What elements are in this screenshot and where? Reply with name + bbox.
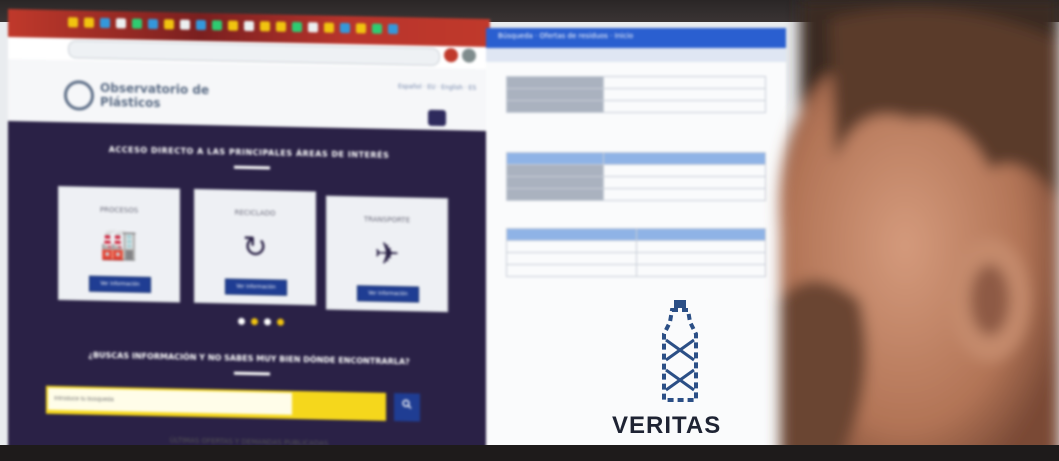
tab-favicon[interactable] bbox=[244, 20, 254, 32]
monitor-bezel-bottom bbox=[0, 445, 1059, 461]
tab-favicon[interactable] bbox=[148, 18, 158, 30]
tab-favicon[interactable] bbox=[372, 23, 382, 34]
tab-favicon[interactable] bbox=[324, 22, 334, 33]
carousel-dot-active[interactable] bbox=[251, 318, 258, 326]
menu-icon[interactable] bbox=[462, 48, 476, 63]
table-cell bbox=[506, 164, 604, 177]
tab-favicon[interactable] bbox=[292, 21, 302, 33]
table-cell bbox=[506, 188, 604, 201]
tab-favicon[interactable] bbox=[340, 22, 350, 34]
tab-favicon[interactable] bbox=[356, 23, 366, 34]
record-icon[interactable] bbox=[444, 48, 458, 63]
factory-icon: 🏭 bbox=[100, 226, 138, 263]
tab-favicon[interactable] bbox=[308, 22, 318, 33]
search-icon bbox=[402, 399, 412, 409]
table-cell bbox=[506, 100, 604, 113]
detail-table bbox=[506, 76, 766, 113]
card-title: TRANSPORTE bbox=[363, 215, 411, 225]
recycle-icon: ↻ bbox=[242, 229, 268, 266]
table-cell bbox=[506, 76, 604, 89]
tab-favicon[interactable] bbox=[84, 17, 94, 28]
carousel-dot[interactable] bbox=[264, 318, 271, 326]
tab-favicon[interactable] bbox=[196, 19, 206, 31]
tab-favicon[interactable] bbox=[100, 17, 110, 29]
area-card-processes[interactable]: PROCESOS 🏭 Ver información bbox=[58, 185, 180, 303]
browser-window-left: Observatorio de Plásticos Español · EU ·… bbox=[8, 8, 490, 460]
table-cell bbox=[506, 176, 604, 189]
detail-table bbox=[506, 152, 766, 201]
photo: Observatorio de Plásticos Español · EU ·… bbox=[0, 0, 1059, 461]
bottle-logo-icon bbox=[662, 300, 698, 402]
table-cell bbox=[506, 88, 604, 101]
area-card-transport[interactable]: TRANSPORTE ✈ Ver información bbox=[326, 195, 448, 313]
site-logo-text[interactable]: Observatorio de Plásticos bbox=[100, 81, 210, 111]
carousel-dot[interactable] bbox=[277, 318, 284, 326]
tab-favicon[interactable] bbox=[228, 20, 238, 31]
tab-favicon[interactable] bbox=[68, 17, 78, 28]
card-title: RECICLADO bbox=[234, 208, 276, 218]
tab-favicon[interactable] bbox=[116, 18, 126, 29]
table-cell bbox=[506, 252, 637, 265]
table-header-cell bbox=[506, 152, 604, 165]
tab-favicon[interactable] bbox=[164, 19, 174, 30]
results-table bbox=[506, 228, 766, 277]
table-header-cell bbox=[506, 228, 637, 241]
tab-favicon[interactable] bbox=[276, 21, 286, 32]
app-title: Búsqueda · Ofertas de residuos · Inicio bbox=[498, 32, 634, 40]
tab-favicon[interactable] bbox=[388, 23, 398, 35]
veritas-wordmark: VERITAS bbox=[612, 412, 722, 439]
tab-favicon[interactable] bbox=[212, 20, 222, 31]
card-info-button[interactable]: Ver información bbox=[357, 285, 419, 303]
airplane-icon: ✈ bbox=[374, 236, 400, 273]
area-card-recycling[interactable]: RECICLADO ↻ Ver información bbox=[194, 188, 316, 306]
table-cell bbox=[506, 264, 637, 277]
tab-favicon[interactable] bbox=[180, 19, 190, 30]
logo-icon[interactable] bbox=[64, 80, 94, 111]
tab-favicon[interactable] bbox=[132, 18, 142, 29]
tab-favicon[interactable] bbox=[260, 21, 270, 32]
search-button[interactable] bbox=[394, 393, 420, 422]
carousel-dots[interactable] bbox=[238, 317, 284, 326]
card-title: PROCESOS bbox=[99, 205, 139, 215]
browser-tabs[interactable] bbox=[68, 17, 438, 39]
card-info-button[interactable]: Ver información bbox=[89, 275, 151, 293]
person-silhouette bbox=[779, 0, 1059, 461]
table-cell bbox=[506, 240, 637, 253]
card-info-button[interactable]: Ver información bbox=[225, 278, 287, 296]
carousel-dot[interactable] bbox=[238, 317, 245, 325]
hamburger-menu-button[interactable] bbox=[428, 109, 446, 127]
